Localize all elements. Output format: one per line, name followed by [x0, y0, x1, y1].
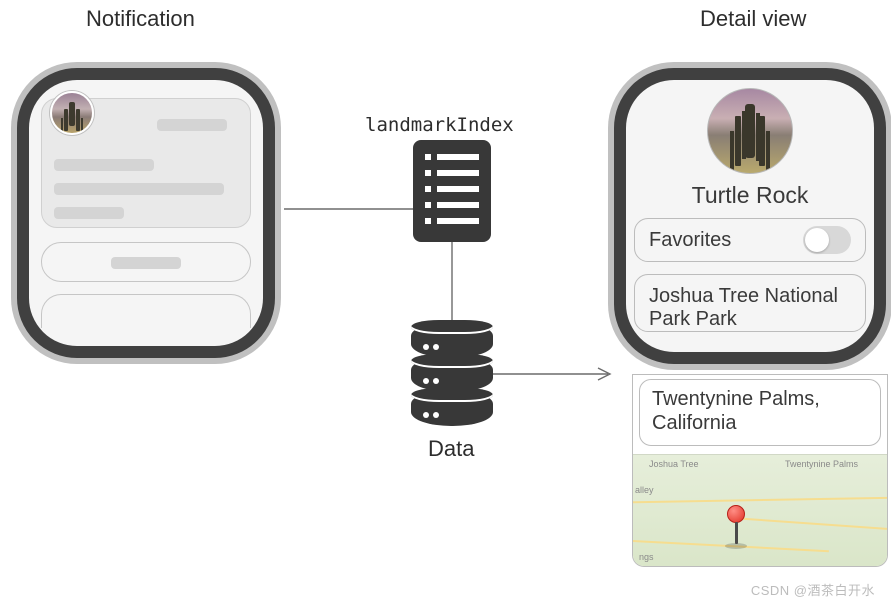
landmark-title: Turtle Rock — [626, 182, 874, 209]
park-row: Joshua Tree National Park Park — [634, 274, 866, 332]
map-label: Joshua Tree — [649, 459, 699, 469]
landmark-index-icon — [413, 140, 491, 242]
map-label: ngs — [639, 552, 654, 562]
landmark-avatar-icon — [707, 88, 793, 174]
location-row: Twentynine Palms, California — [639, 379, 881, 446]
map-view[interactable]: Joshua Tree Twentynine Palms alley ngs — [633, 454, 887, 566]
detail-watch: Turtle Rock Favorites Joshua Tree Nation… — [614, 68, 886, 364]
favorites-label: Favorites — [649, 229, 731, 252]
notification-card — [41, 98, 251, 228]
notification-action-button[interactable] — [41, 242, 251, 282]
watermark: CSDN @酒茶白开水 — [751, 580, 875, 599]
placeholder-line — [157, 119, 227, 131]
notification-avatar-icon — [50, 91, 94, 135]
favorites-row[interactable]: Favorites — [634, 218, 866, 262]
placeholder-line — [54, 207, 124, 219]
placeholder-line — [54, 183, 224, 195]
map-label: alley — [635, 485, 654, 495]
placeholder-line — [54, 159, 154, 171]
notification-action-button[interactable] — [41, 294, 251, 328]
database-icon — [411, 322, 493, 426]
notification-watch — [17, 68, 275, 358]
detail-extension-card: Twentynine Palms, California Joshua Tree… — [632, 374, 888, 567]
map-label: Twentynine Palms — [785, 459, 858, 469]
favorites-toggle[interactable] — [803, 226, 851, 254]
